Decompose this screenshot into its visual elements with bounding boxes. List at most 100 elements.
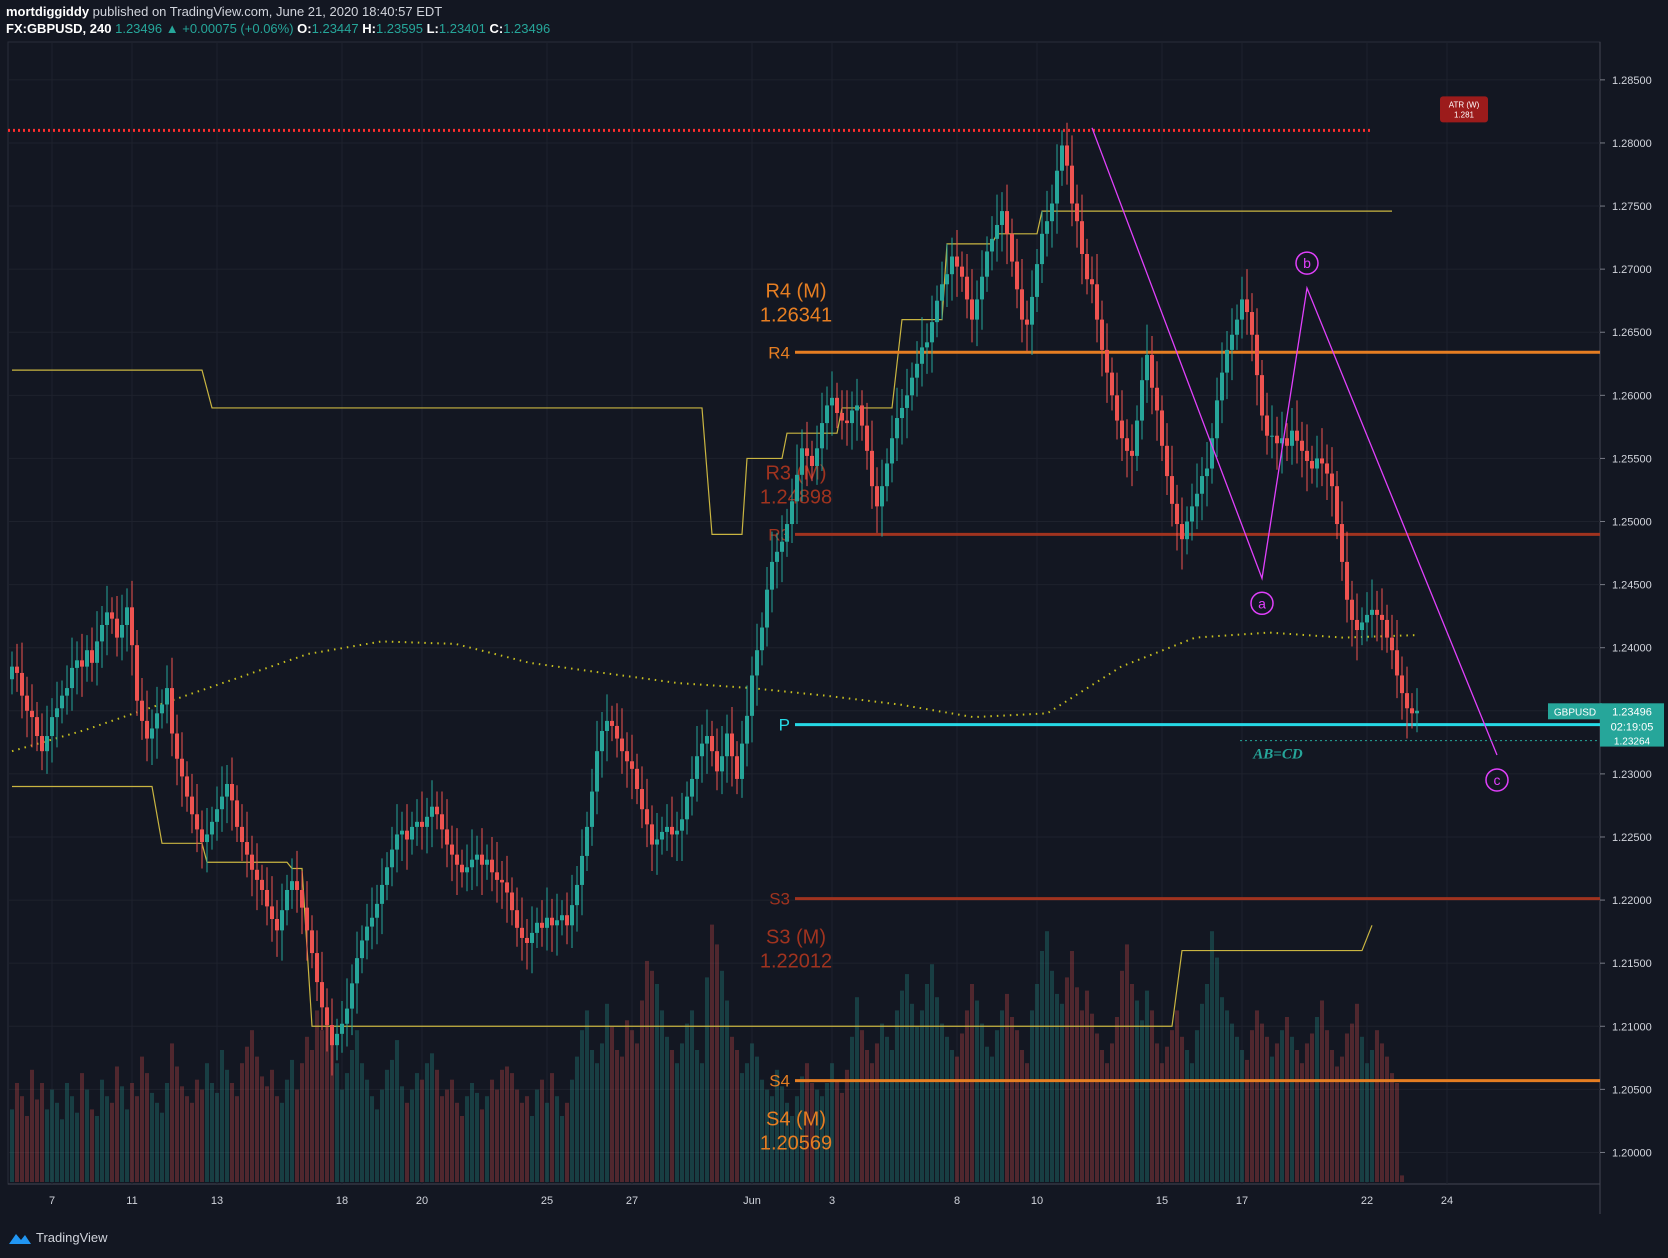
volume-bar (320, 1030, 324, 1182)
volume-bar (450, 1079, 454, 1182)
volume-bar (660, 1010, 664, 1182)
volume-bar (1000, 1010, 1004, 1182)
x-tick-label: 24 (1441, 1195, 1453, 1207)
candle-body (1225, 349, 1229, 373)
pivot-label: S4 (769, 1072, 790, 1091)
candle-body (365, 926, 369, 941)
volume-bar (1260, 1023, 1264, 1182)
author-name[interactable]: mortdiggiddy (6, 4, 89, 19)
volume-bar (1210, 931, 1214, 1182)
volume-bar (240, 1063, 244, 1182)
candle-body (750, 675, 754, 716)
volume-bar (15, 1083, 19, 1182)
candle-body (975, 299, 979, 320)
volume-bar (250, 1030, 254, 1182)
volume-bar (1295, 1050, 1299, 1182)
volume-bar (1110, 1043, 1114, 1182)
volume-bar (885, 1036, 889, 1182)
volume-bar (740, 1073, 744, 1182)
y-tick-label: 1.24500 (1612, 580, 1652, 592)
y-tick-label: 1.22500 (1612, 832, 1652, 844)
candle-body (325, 1007, 329, 1026)
volume-bar (400, 1086, 404, 1182)
candle-body (1385, 619, 1389, 638)
volume-bar (910, 1003, 914, 1182)
symbol-label[interactable]: FX:GBPUSD, 240 (6, 21, 111, 36)
x-tick-label: 20 (416, 1195, 428, 1207)
atr-badge-title: ATR (W) (1449, 100, 1480, 109)
candle-body (1270, 435, 1274, 437)
volume-bar (65, 1083, 69, 1182)
candle-body (695, 756, 699, 779)
candle-body (800, 448, 804, 475)
candle-body (725, 733, 729, 757)
candle-body (1145, 354, 1149, 381)
candle-body (340, 1023, 344, 1034)
candle-body (815, 448, 819, 466)
candle-body (1020, 289, 1024, 320)
candle-body (370, 917, 374, 927)
dotted-moving-average (11, 631, 1418, 753)
candle-body (30, 710, 34, 718)
candle-body (475, 854, 479, 860)
candle-body (375, 903, 379, 918)
candle-body (755, 650, 759, 676)
candle-body (770, 561, 774, 590)
candle-body (835, 397, 839, 413)
candle-body (1365, 614, 1369, 623)
volume-bar (1170, 1030, 1174, 1182)
tradingview-logo[interactable]: TradingView (8, 1230, 108, 1245)
volume-bar (45, 1109, 49, 1182)
low-value: 1.23401 (438, 21, 486, 36)
candle-body (970, 299, 974, 320)
candle-body (1220, 372, 1224, 401)
candle-body (140, 700, 144, 721)
volume-bar (475, 1092, 479, 1182)
price-chart[interactable]: 1.28500 1.28000 1.27500 1.27000 1.26500 1.260… (0, 38, 1668, 1222)
candle-body (120, 624, 124, 638)
candle-body (1320, 458, 1324, 464)
x-tick-label: 13 (211, 1195, 223, 1207)
candle-body (410, 826, 414, 840)
candle-body (1415, 710, 1419, 714)
volume-bar (370, 1096, 374, 1182)
close-value: 1.23496 (503, 21, 551, 36)
candle-body (960, 266, 964, 277)
volume-bar (1395, 1083, 1399, 1182)
volume-bar (1250, 1030, 1254, 1182)
candle-body (55, 708, 59, 718)
candle-body (425, 816, 429, 827)
volume-bar (945, 1036, 949, 1182)
volume-bar (245, 1046, 249, 1182)
volume-bar (365, 1079, 369, 1182)
volume-bar (1185, 1050, 1189, 1182)
candle-body (1375, 609, 1379, 615)
candle-body (955, 256, 959, 267)
volume-bar (565, 1102, 569, 1182)
volume-bar (225, 1069, 229, 1182)
candle-body (1335, 486, 1339, 525)
candle-body (355, 958, 359, 984)
volume-bar (990, 1056, 994, 1182)
volume-bar (1340, 1056, 1344, 1182)
candle-body (605, 720, 609, 731)
published-text: published on TradingView.com, June 21, 2… (92, 4, 443, 19)
candle-body (200, 829, 204, 843)
volume-bar (195, 1079, 199, 1182)
volume-bar (1245, 1059, 1249, 1182)
candle-body (630, 761, 634, 769)
candle-body (715, 751, 719, 772)
volume-bar (1225, 1010, 1229, 1182)
volume-bar (930, 964, 934, 1182)
volume-bar (1050, 970, 1054, 1182)
volume-bar (555, 1096, 559, 1182)
x-tick-label: 8 (954, 1195, 960, 1207)
candle-body (300, 889, 304, 908)
candle-body (1300, 440, 1304, 451)
x-tick-label: 7 (49, 1195, 55, 1207)
y-tick-label: 1.27000 (1612, 264, 1652, 276)
volume-bar (345, 1073, 349, 1182)
candle-body (335, 1033, 339, 1046)
candle-body (1140, 380, 1144, 421)
volume-bar (155, 1102, 159, 1182)
